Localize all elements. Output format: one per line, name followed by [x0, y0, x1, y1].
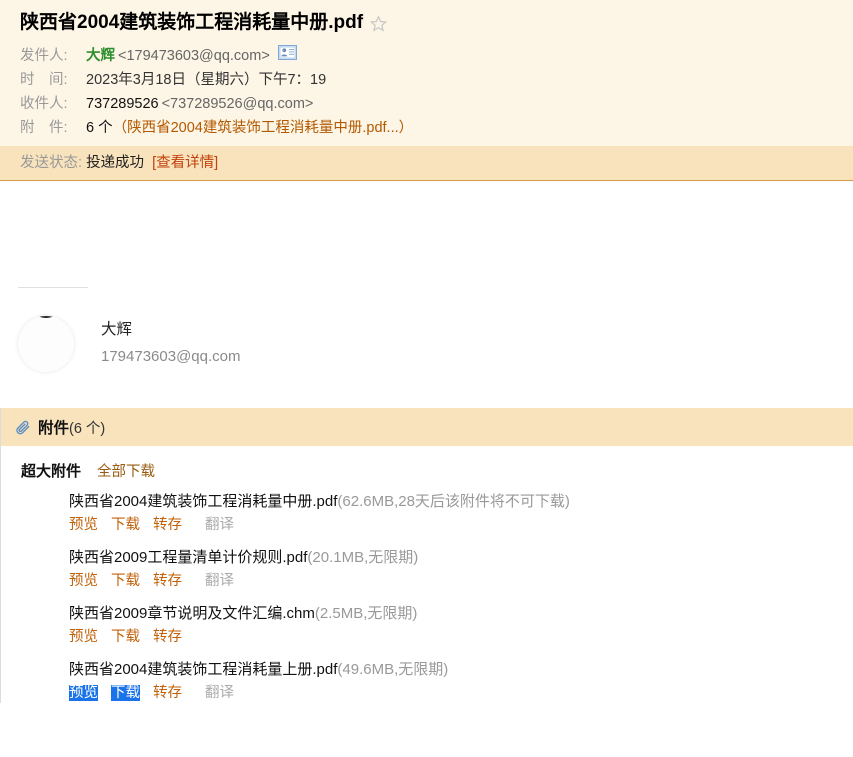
list-item: 陕西省2004建筑装饰工程消耗量上册.pdf(49.6MB,无限期) 预览 下载转…	[69, 659, 853, 703]
view-details-link[interactable]: [查看详情]	[152, 155, 218, 171]
file-name[interactable]: 陕西省2004建筑装饰工程消耗量中册.pdf	[69, 493, 337, 510]
attachment-summary-link[interactable]: （陕西省2004建筑装饰工程消耗量中册.pdf...）	[113, 116, 414, 140]
save-button[interactable]: 转存	[153, 629, 182, 645]
attachments-header: 附件 (6 个)	[1, 408, 853, 446]
user-avatar-icon[interactable]	[18, 316, 74, 372]
attachments-count: (6 个)	[69, 420, 106, 437]
from-email[interactable]: <179473603@qq.com>	[118, 44, 270, 68]
translate-button: 翻译	[205, 685, 234, 701]
time-label: 时 间:	[20, 72, 68, 88]
sender-card-name: 大辉	[101, 321, 133, 338]
star-outline-icon[interactable]	[370, 14, 388, 32]
mail-header: 陕西省2004建筑装饰工程消耗量中册.pdf 发件人: 大辉 <17947360…	[0, 0, 853, 146]
bigfile-row: 超大附件 全部下载	[1, 460, 853, 481]
subject-row: 陕西省2004建筑装饰工程消耗量中册.pdf	[20, 10, 853, 36]
preview-button[interactable]: 预览	[69, 685, 98, 701]
file-actions: 预览 下载 转存 翻译	[69, 571, 853, 591]
file-actions: 预览 下载 转存 翻译	[69, 515, 853, 535]
file-name-line: 陕西省2004建筑装饰工程消耗量中册.pdf(62.6MB,28天后该附件将不可…	[69, 491, 853, 513]
time-value: 2023年3月18日（星期六）下午7：19	[86, 72, 327, 88]
body-blank-space	[0, 181, 853, 281]
bigfile-label: 超大附件	[21, 463, 82, 480]
save-button[interactable]: 转存	[153, 685, 182, 701]
file-actions: 预览 下载 转存	[69, 627, 853, 647]
from-label: 发件人:	[20, 48, 68, 64]
page-title: 陕西省2004建筑装饰工程消耗量中册.pdf	[20, 12, 364, 33]
translate-button: 翻译	[205, 517, 234, 533]
file-name-line: 陕西省2004建筑装饰工程消耗量上册.pdf(49.6MB,无限期)	[69, 659, 853, 681]
attachments-section: 附件 (6 个) 超大附件 全部下载 陕西省2004建筑装饰工程消耗量中册.pd…	[0, 408, 853, 703]
mail-body: 大辉 179473603@qq.com	[0, 181, 853, 372]
to-email[interactable]: <737289526@qq.com>	[162, 92, 314, 116]
meta-row-to: 收件人: 737289526 <737289526@qq.com>	[20, 92, 853, 116]
send-status-label: 发送状态:	[20, 155, 83, 171]
send-status-bar: 发送状态: 投递成功 [查看详情]	[0, 146, 853, 181]
file-meta: (49.6MB,无限期)	[337, 661, 449, 678]
file-name-line: 陕西省2009工程量清单计价规则.pdf(20.1MB,无限期)	[69, 547, 853, 569]
meta-row-from: 发件人: 大辉 <179473603@qq.com>	[20, 44, 853, 68]
to-name[interactable]: 737289526	[86, 92, 159, 116]
attachment-count: 6 个	[86, 120, 113, 136]
translate-button: 翻译	[205, 573, 234, 589]
send-status-value: 投递成功	[86, 155, 145, 171]
preview-button[interactable]: 预览	[69, 517, 98, 533]
attachment-file-list: 陕西省2004建筑装饰工程消耗量中册.pdf(62.6MB,28天后该附件将不可…	[1, 491, 853, 703]
sender-card-email: 179473603@qq.com	[101, 348, 241, 365]
file-meta: (2.5MB,无限期)	[314, 605, 418, 622]
sender-card-text: 大辉 179473603@qq.com	[101, 318, 241, 370]
list-item: 陕西省2009工程量清单计价规则.pdf(20.1MB,无限期) 预览 下载 转存 翻…	[69, 547, 853, 591]
download-button[interactable]: 下载	[111, 517, 140, 533]
sender-card: 大辉 179473603@qq.com	[0, 288, 853, 372]
download-button[interactable]: 下载	[111, 629, 140, 645]
meta-row-attachments: 附 件: 6 个 （陕西省2004建筑装饰工程消耗量中册.pdf...）	[20, 116, 853, 140]
list-item: 陕西省2004建筑装饰工程消耗量中册.pdf(62.6MB,28天后该附件将不可…	[69, 491, 853, 535]
attachment-label: 附 件:	[20, 120, 68, 136]
download-all-button[interactable]: 全部下载	[97, 460, 155, 481]
save-button[interactable]: 转存	[153, 573, 182, 589]
contact-card-icon[interactable]	[277, 44, 297, 68]
file-name[interactable]: 陕西省2009工程量清单计价规则.pdf	[69, 549, 307, 566]
paperclip-icon	[15, 419, 31, 435]
save-button[interactable]: 转存	[153, 517, 182, 533]
file-name-line: 陕西省2009章节说明及文件汇编.chm(2.5MB,无限期)	[69, 603, 853, 625]
attachments-body: 超大附件 全部下载 陕西省2004建筑装饰工程消耗量中册.pdf(62.6MB,…	[1, 446, 853, 703]
attachments-title: 附件	[38, 420, 70, 437]
file-name[interactable]: 陕西省2009章节说明及文件汇编.chm	[69, 605, 315, 622]
file-meta: (20.1MB,无限期)	[307, 549, 419, 566]
file-actions: 预览 下载 转存 翻译	[69, 683, 853, 703]
from-name[interactable]: 大辉	[86, 44, 115, 68]
file-meta: (62.6MB,28天后该附件将不可下载)	[337, 493, 570, 510]
file-name[interactable]: 陕西省2004建筑装饰工程消耗量上册.pdf	[69, 661, 337, 678]
download-button[interactable]: 下载	[111, 685, 140, 701]
preview-button[interactable]: 预览	[69, 573, 98, 589]
preview-button[interactable]: 预览	[69, 629, 98, 645]
list-item: 陕西省2009章节说明及文件汇编.chm(2.5MB,无限期) 预览 下载 转存	[69, 603, 853, 647]
download-button[interactable]: 下载	[111, 573, 140, 589]
to-label: 收件人:	[20, 96, 68, 112]
meta-row-time: 时 间: 2023年3月18日（星期六）下午7：19	[20, 68, 853, 92]
